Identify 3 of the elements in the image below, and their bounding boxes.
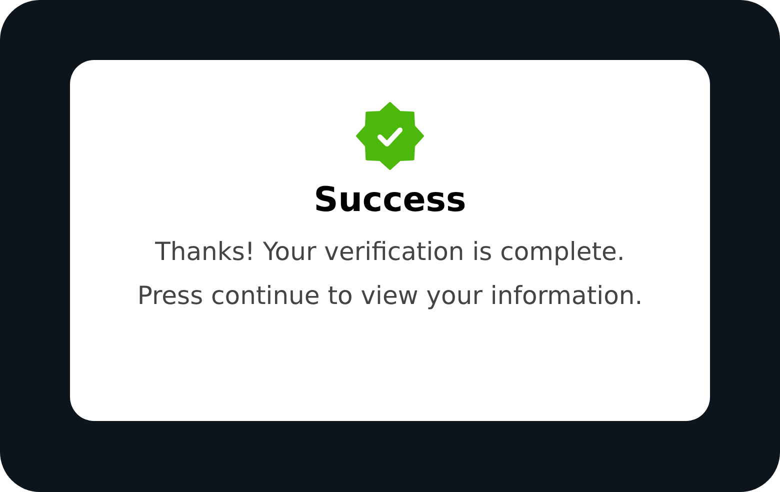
dialog-message: Thanks! Your verification is complete. Press continue to view your information. (136, 236, 644, 312)
dialog-title: Success (314, 179, 466, 222)
verified-badge-icon (356, 102, 424, 170)
